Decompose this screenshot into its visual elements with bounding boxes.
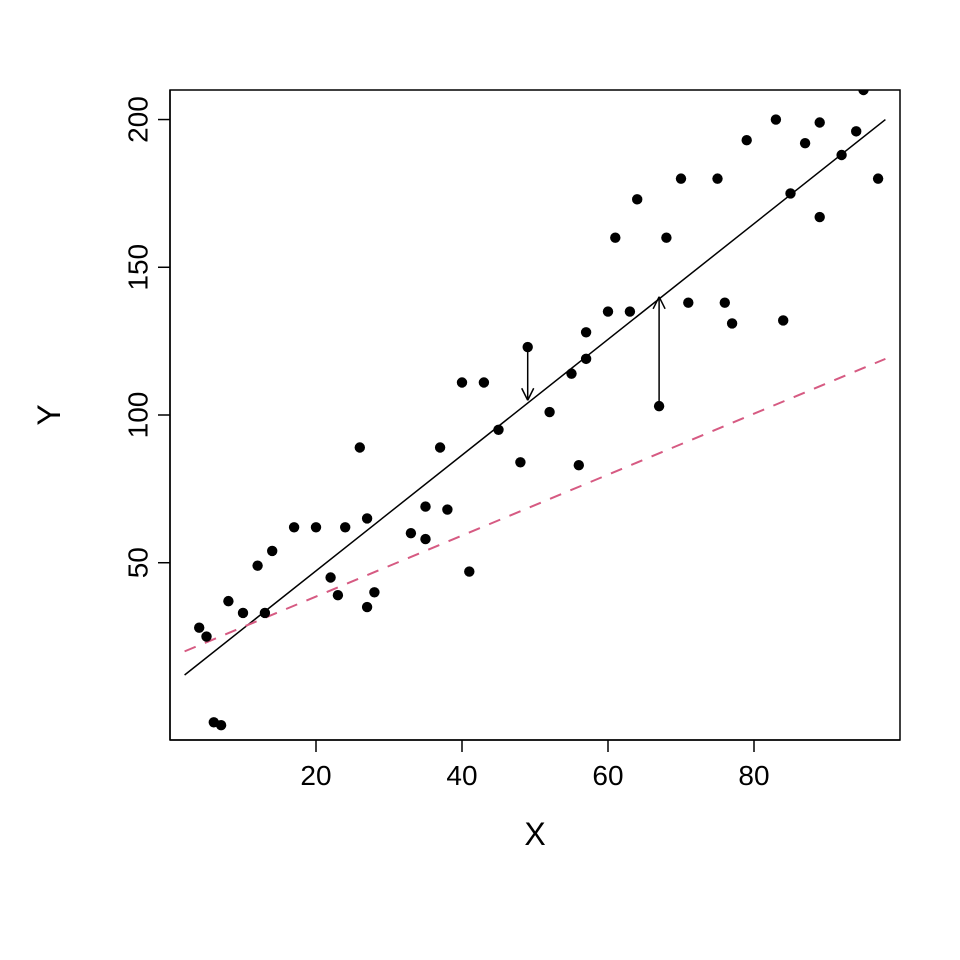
data-point [369,587,379,597]
data-point [720,298,730,308]
plot-area-box [170,90,900,740]
data-point [815,212,825,222]
data-point [238,608,248,618]
data-point [610,233,620,243]
fit-line [185,120,886,675]
data-point [333,590,343,600]
data-point [873,173,883,183]
data-point [581,354,591,364]
data-point [267,546,277,556]
y-tick-label: 50 [122,547,153,578]
data-point [201,631,211,641]
y-tick-label: 100 [122,392,153,439]
data-point [771,114,781,124]
x-axis-label: X [524,816,545,852]
data-point [581,327,591,337]
data-point [574,460,584,470]
arrowhead [659,297,665,309]
data-point [260,608,270,618]
data-point [457,377,467,387]
x-tick-label: 40 [446,760,477,791]
regression-lines [185,120,886,675]
data-point [544,407,554,417]
data-point [515,457,525,467]
data-point [493,425,503,435]
data-point [362,513,372,523]
y-tick-label: 150 [122,244,153,291]
scatter-chart: 20 40 60 80 50 100 150 200 X Y [0,0,960,960]
data-point [216,720,226,730]
x-tick-label: 60 [592,760,623,791]
data-point [420,534,430,544]
x-tick-label: 20 [300,760,331,791]
data-point [311,522,321,532]
data-point [325,572,335,582]
data-point [603,306,613,316]
chart-container: 20 40 60 80 50 100 150 200 X Y [0,0,960,960]
data-point [442,504,452,514]
data-point [683,298,693,308]
data-point [566,368,576,378]
data-point [464,566,474,576]
data-point [289,522,299,532]
data-point [420,501,430,511]
dash-line [185,359,886,652]
data-point [676,173,686,183]
arrowhead [522,388,528,400]
data-point [836,150,846,160]
data-point [742,135,752,145]
data-point [851,126,861,136]
data-point [785,188,795,198]
data-point [778,315,788,325]
y-tick-label: 200 [122,96,153,143]
data-point [340,522,350,532]
data-point [252,560,262,570]
data-point [479,377,489,387]
data-point [712,173,722,183]
data-point [858,85,868,95]
data-point [727,318,737,328]
data-point [406,528,416,538]
data-point [815,117,825,127]
data-point [625,306,635,316]
data-point [632,194,642,204]
x-axis: 20 40 60 80 [170,740,900,791]
data-point [661,233,671,243]
data-point [223,596,233,606]
data-point [800,138,810,148]
data-point [435,442,445,452]
data-point [355,442,365,452]
y-axis-label: Y [31,404,67,425]
data-points [194,85,883,731]
data-point [194,623,204,633]
x-tick-label: 80 [738,760,769,791]
y-axis: 50 100 150 200 [122,90,170,740]
data-point [362,602,372,612]
